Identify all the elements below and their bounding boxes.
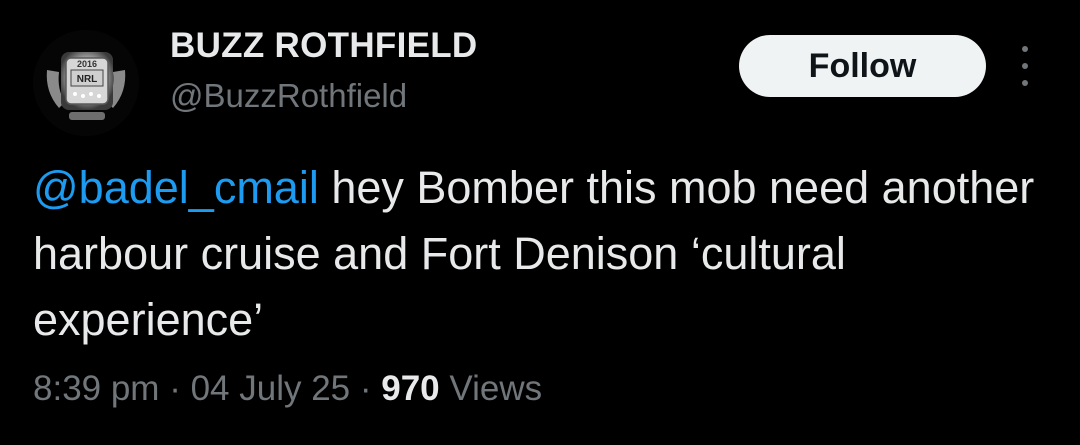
display-name[interactable]: BUZZ ROTHFIELD: [170, 26, 478, 66]
tweet-time[interactable]: 8:39 pm: [33, 369, 159, 408]
tweet-text: @badel_cmail hey Bomber this mob need an…: [33, 155, 1043, 353]
avatar-badge-year: 2016: [77, 59, 97, 69]
tweet-date[interactable]: 04 July 25: [191, 369, 351, 408]
tweet-meta: 8:39 pm · 04 July 25 · 970 Views: [33, 366, 542, 412]
follow-button[interactable]: Follow: [739, 35, 986, 97]
author-info[interactable]: BUZZ ROTHFIELD @BuzzRothfield: [170, 26, 478, 116]
meta-separator: ·: [159, 369, 191, 408]
views-count: 970: [381, 369, 440, 408]
mention-link[interactable]: @badel_cmail: [33, 162, 319, 213]
avatar-badge-text: NRL: [77, 74, 98, 85]
premiership-ring-image: 2016 NRL: [33, 30, 139, 136]
views-label: Views: [439, 369, 543, 408]
meta-separator: ·: [350, 369, 382, 408]
user-handle[interactable]: @BuzzRothfield: [170, 76, 478, 116]
avatar[interactable]: 2016 NRL: [33, 30, 139, 136]
more-vertical-icon[interactable]: [1014, 46, 1036, 86]
